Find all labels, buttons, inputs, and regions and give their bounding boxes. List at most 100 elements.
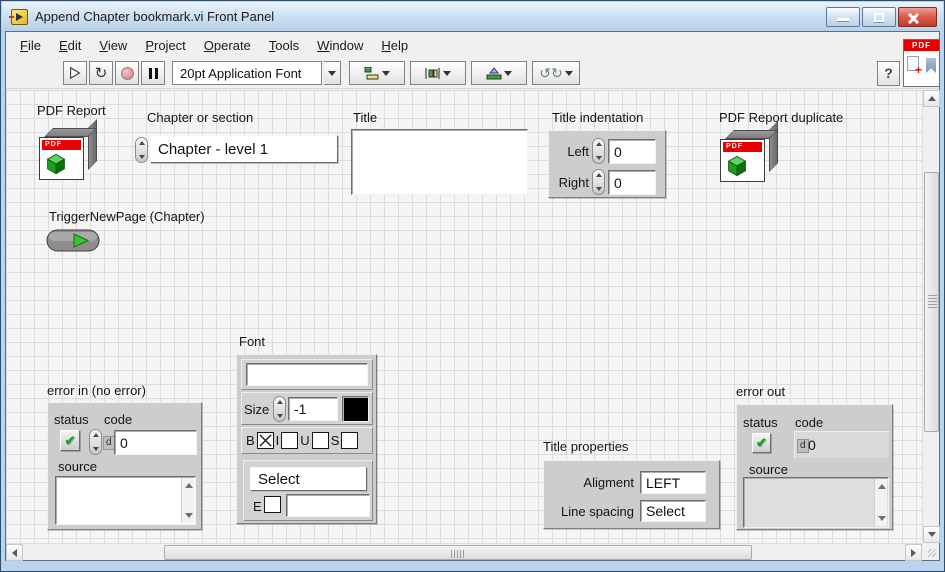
icon-front-face: PDF [39, 137, 84, 180]
menu-window[interactable]: Window [308, 35, 372, 56]
check-icon: ✔ [65, 433, 76, 449]
run-icon [68, 66, 82, 80]
scroll-down-button[interactable] [923, 526, 940, 543]
scroll-down-icon[interactable] [185, 513, 193, 518]
front-panel-area: PDF Report PDF Chapter or section [6, 90, 939, 560]
font-color-box[interactable] [342, 396, 369, 422]
left-spinner[interactable] [592, 138, 605, 164]
pause-button[interactable] [141, 61, 165, 85]
toolbar: ↻ 20pt Application Font [6, 58, 939, 89]
font-selector-dropdown[interactable] [324, 61, 341, 85]
run-continuous-button[interactable]: ↻ [89, 61, 113, 85]
run-button[interactable] [63, 61, 87, 85]
underline-checkbox[interactable] [312, 432, 329, 449]
font-name-frame [241, 359, 373, 390]
scroll-left-button[interactable] [6, 544, 23, 561]
source-string-indicator [743, 477, 889, 528]
icon-front-face: PDF [720, 139, 765, 182]
horizontal-scrollbar-thumb[interactable] [164, 545, 752, 560]
size-numeric-control[interactable]: -1 [288, 397, 338, 421]
align-objects-icon [364, 67, 380, 80]
bold-checkbox[interactable] [257, 432, 274, 449]
source-label: source [58, 459, 97, 474]
window-title: Append Chapter bookmark.vi Front Panel [35, 9, 274, 24]
right-spinner[interactable] [592, 169, 605, 195]
scroll-up-icon[interactable] [185, 483, 193, 488]
title-indentation-label: Title indentation [552, 110, 643, 125]
pdf-report-refnum[interactable]: PDF [39, 128, 97, 180]
horizontal-scrollbar[interactable] [6, 543, 922, 560]
distribute-objects-button[interactable] [410, 61, 466, 85]
e-string-control[interactable] [286, 494, 370, 517]
menu-project[interactable]: Project [136, 35, 194, 56]
vertical-scrollbar-thumb[interactable] [924, 172, 939, 432]
line-spacing-combo[interactable]: Select [640, 500, 706, 522]
scroll-right-button[interactable] [905, 544, 922, 561]
resize-grip[interactable] [922, 543, 939, 560]
pdf-banner: PDF [42, 140, 81, 150]
icon-side-face [769, 121, 778, 172]
arrow-right-icon [911, 549, 916, 557]
size-spinner[interactable] [273, 396, 286, 422]
scroll-up-button[interactable] [923, 90, 940, 107]
vertical-scrollbar[interactable] [922, 90, 939, 543]
plus-icon: + [915, 66, 923, 74]
code-numeric-control[interactable]: 0 [114, 430, 197, 455]
strikeout-checkbox[interactable] [341, 432, 358, 449]
title-properties-cluster: Aligment LEFT Line spacing Select [543, 460, 720, 529]
scroll-down-icon[interactable] [878, 516, 886, 521]
abort-button[interactable] [115, 61, 139, 85]
source-scrollbar[interactable] [874, 479, 887, 526]
font-cluster: Size -1 B I U S [236, 354, 377, 524]
chevron-down-icon [565, 71, 573, 76]
reorder-button[interactable]: ↺↻ [532, 61, 580, 85]
minimize-button[interactable] [826, 7, 860, 27]
menu-file[interactable]: File [11, 35, 50, 56]
cube-icon [44, 152, 68, 176]
chevron-down-icon [328, 71, 336, 76]
font-select-ring[interactable]: Select [250, 467, 367, 491]
menu-view[interactable]: View [90, 35, 136, 56]
close-button[interactable] [898, 7, 937, 27]
menu-help[interactable]: Help [372, 35, 417, 56]
code-spinner[interactable] [89, 429, 102, 455]
font-name-string-control[interactable] [246, 363, 368, 386]
align-objects-button[interactable] [349, 61, 405, 85]
vi-icon-banner: PDF [904, 40, 939, 51]
font-selector[interactable]: 20pt Application Font [172, 61, 322, 85]
italic-checkbox[interactable] [281, 432, 298, 449]
context-help-button[interactable]: ? [877, 61, 900, 86]
source-string-control[interactable] [55, 476, 196, 525]
code-numeric-indicator: d 0 [794, 431, 889, 458]
error-in-cluster: status code ✔ d 0 source [47, 402, 202, 530]
chapter-spinner[interactable] [135, 137, 148, 163]
right-numeric-control[interactable]: 0 [608, 170, 656, 195]
source-scrollbar[interactable] [181, 478, 194, 523]
menubar: File Edit View Project Operate Tools Win… [6, 32, 939, 58]
x-mark-icon [258, 433, 273, 448]
maximize-button[interactable] [862, 7, 896, 27]
chapter-ring-control[interactable]: Chapter - level 1 [150, 135, 338, 163]
resize-objects-button[interactable] [471, 61, 527, 85]
arrow-up-icon [928, 96, 936, 101]
menu-operate[interactable]: Operate [195, 35, 260, 56]
code-radix[interactable]: d [103, 436, 115, 450]
font-size-frame: Size -1 [241, 392, 373, 425]
menu-tools[interactable]: Tools [260, 35, 308, 56]
reorder-icon: ↺↻ [539, 66, 562, 80]
trigger-new-page-switch[interactable] [46, 229, 100, 252]
status-boolean[interactable]: ✔ [60, 430, 80, 451]
vi-icon[interactable]: PDF + [903, 39, 940, 87]
resize-objects-icon [486, 67, 502, 80]
pause-icon [149, 68, 158, 79]
e-checkbox[interactable] [264, 496, 281, 513]
pdf-report-duplicate-refnum[interactable]: PDF [720, 130, 778, 182]
titlebar[interactable]: Append Chapter bookmark.vi Front Panel [2, 2, 943, 31]
alignment-combo[interactable]: LEFT [640, 471, 706, 494]
icon-top-face [44, 128, 97, 137]
menu-edit[interactable]: Edit [50, 35, 90, 56]
scroll-up-icon[interactable] [878, 484, 886, 489]
left-numeric-control[interactable]: 0 [608, 139, 656, 164]
strikeout-label: S [331, 433, 340, 448]
title-string-control[interactable] [351, 129, 528, 195]
